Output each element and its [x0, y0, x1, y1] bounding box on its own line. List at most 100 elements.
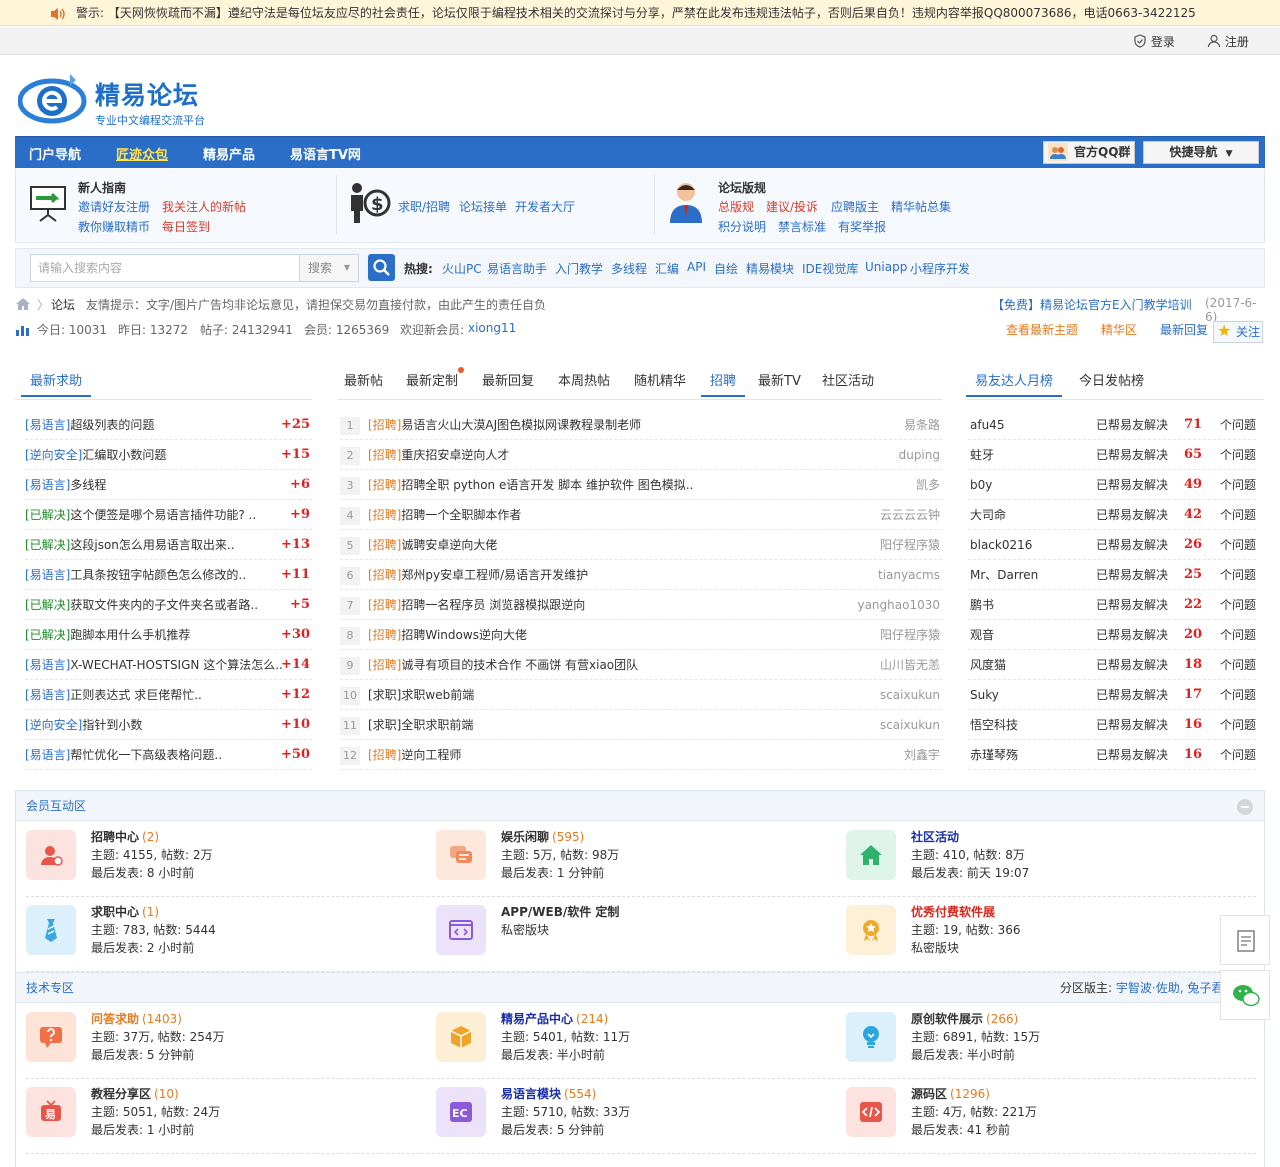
category-tag[interactable]: [招聘]	[368, 598, 401, 612]
featured-area-link[interactable]: 精华区	[1101, 321, 1137, 338]
category-tag[interactable]: [已解决]	[25, 508, 70, 522]
latest-threads-link[interactable]: 查看最新主题	[1006, 321, 1078, 338]
thread-author[interactable]: 刘鑫宇	[904, 740, 940, 769]
register-link[interactable]: 注册	[1207, 33, 1249, 50]
nav-portal[interactable]: 门户导航	[29, 144, 81, 163]
thread-author[interactable]: tianyacms	[878, 560, 940, 589]
hot-keyword[interactable]: API	[687, 260, 706, 274]
question-icon[interactable]	[26, 1012, 76, 1062]
thread-row[interactable]: 11 [求职]全职求职前端 scaixukun	[340, 710, 942, 740]
forum-card[interactable]: 精易产品中心 (214) 主题: 5401, 帖数: 11万 最后发表: 半小时前	[426, 1006, 826, 1078]
rank-username[interactable]: black0216	[970, 530, 1032, 559]
nav-tv[interactable]: 易语言TV网	[290, 144, 361, 163]
tab-community-events[interactable]: 社区活动	[822, 370, 874, 389]
tab-daily-posts[interactable]: 今日发帖榜	[1079, 370, 1144, 389]
category-tag[interactable]: [易语言]	[25, 568, 70, 582]
forum-name[interactable]: 易语言模块 (554)	[501, 1085, 596, 1102]
forum-last-post[interactable]: 私密版块	[911, 939, 959, 956]
forum-card[interactable]: 社区活动 主题: 410, 帖数: 8万 最后发表: 前天 19:07	[836, 824, 1236, 896]
forum-name[interactable]: 教程分享区 (10)	[91, 1085, 179, 1102]
category-tag[interactable]: [求职]	[368, 718, 401, 732]
thread-row[interactable]: 12 [招聘]逆向工程师 刘鑫宇	[340, 740, 942, 770]
hot-keyword[interactable]: 汇编	[655, 260, 679, 277]
category-tag[interactable]: [招聘]	[368, 538, 401, 552]
category-tag[interactable]: [逆向安全]	[25, 718, 82, 732]
thread-row[interactable]: 5 [招聘]诚聘安卓逆向大佬 阳仔程序猿	[340, 530, 942, 560]
thread-row[interactable]: 1 [招聘]易语言火山大漠AJ图色模拟网课教程录制老师 易条路	[340, 410, 942, 440]
forum-card[interactable]: 问答求助 (1403) 主题: 37万, 帖数: 254万 最后发表: 5 分钟前	[16, 1006, 416, 1078]
thread-title[interactable]: 郑州py安卓工程师/易语言开发维护	[401, 568, 588, 582]
hot-keyword[interactable]: 易语言助手	[487, 260, 547, 277]
featured-collection-link[interactable]: 精华帖总集	[891, 198, 951, 215]
thread-row[interactable]: 9 [招聘]诚寻有项目的技术合作 不画饼 有营xiao团队 山川皆无恙	[340, 650, 942, 680]
medal-icon[interactable]	[846, 905, 896, 955]
forum-name[interactable]: 问答求助 (1403)	[91, 1010, 182, 1027]
newest-member-link[interactable]: xiong11	[468, 321, 516, 335]
thread-title[interactable]: 重庆招安卓逆向人才	[401, 448, 509, 462]
thread-title[interactable]: 多线程	[70, 478, 106, 492]
tab-latest-tv[interactable]: 最新TV	[758, 370, 801, 389]
hot-keyword[interactable]: 多线程	[611, 260, 647, 277]
general-rules-link[interactable]: 总版规	[718, 198, 754, 215]
promo-link[interactable]: 【免费】精易论坛官方E入门教学培训	[992, 296, 1192, 313]
home-icon[interactable]	[16, 298, 30, 310]
forum-name[interactable]: 招聘中心 (2)	[91, 828, 159, 845]
category-tag[interactable]: [易语言]	[25, 688, 70, 702]
tab-latest-replies[interactable]: 最新回复	[482, 370, 534, 389]
thread-author[interactable]: scaixukun	[880, 710, 940, 739]
forum-card[interactable]: 易 教程分享区 (10) 主题: 5051, 帖数: 24万 最后发表: 1 小时前	[16, 1081, 416, 1153]
help-row[interactable]: [逆向安全]汇编取小数问题 +15	[25, 440, 312, 470]
category-tag[interactable]: [招聘]	[368, 448, 401, 462]
tab-latest-help[interactable]: 最新求助	[20, 370, 92, 397]
rank-username[interactable]: 赤瑾琴殇	[970, 740, 1018, 769]
category-tag[interactable]: [易语言]	[25, 478, 70, 492]
points-info-link[interactable]: 积分说明	[718, 218, 766, 235]
forum-name[interactable]: 精易产品中心 (214)	[501, 1010, 608, 1027]
forum-last-post[interactable]: 最后发表: 5 分钟前	[91, 1046, 194, 1063]
category-tag[interactable]: [招聘]	[368, 748, 401, 762]
tie-icon[interactable]	[26, 905, 76, 955]
forum-last-post[interactable]: 最后发表: 5 分钟前	[501, 1121, 604, 1138]
float-doc-button[interactable]	[1220, 915, 1270, 965]
thread-title[interactable]: 易语言火山大漠AJ图色模拟网课教程录制老师	[401, 418, 641, 432]
suggest-complain-link[interactable]: 建议/投诉	[766, 198, 818, 215]
apply-moderator-link[interactable]: 应聘版主	[831, 198, 879, 215]
category-tag[interactable]: [招聘]	[368, 418, 401, 432]
forum-last-post[interactable]: 最后发表: 8 小时前	[91, 864, 194, 881]
hot-keyword[interactable]: 精易模块	[746, 260, 794, 277]
daily-checkin-link[interactable]: 每日签到	[162, 218, 210, 235]
help-row[interactable]: [已解决]跑脚本用什么手机推荐 +30	[25, 620, 312, 650]
forum-last-post[interactable]: 最后发表: 半小时前	[501, 1046, 605, 1063]
hot-keyword[interactable]: Uniapp	[865, 260, 907, 274]
thread-title[interactable]: 汇编取小数问题	[82, 448, 166, 462]
thread-row[interactable]: 8 [招聘]招聘Windows逆向大佬 阳仔程序猿	[340, 620, 942, 650]
thread-title[interactable]: 诚寻有项目的技术合作 不画饼 有营xiao团队	[401, 658, 638, 672]
thread-author[interactable]: yanghao1030	[857, 590, 940, 619]
thread-row[interactable]: 10 [求职]求职web前端 scaixukun	[340, 680, 942, 710]
category-tag[interactable]: [招聘]	[368, 628, 401, 642]
forum-last-post[interactable]: 最后发表: 2 小时前	[91, 939, 194, 956]
bulb-icon[interactable]	[846, 1012, 896, 1062]
search-button[interactable]	[368, 254, 395, 281]
thread-author[interactable]: scaixukun	[880, 680, 940, 709]
hot-keyword[interactable]: IDE视觉库	[802, 260, 858, 277]
category-tag[interactable]: [易语言]	[25, 748, 70, 762]
help-row[interactable]: [易语言]帮忙优化一下高级表格问题.. +50	[25, 740, 312, 770]
rank-username[interactable]: 悟空科技	[970, 710, 1018, 739]
thread-author[interactable]: 山川皆无恙	[880, 650, 940, 679]
category-tag[interactable]: [招聘]	[368, 658, 401, 672]
developer-hall-link[interactable]: 开发者大厅	[515, 198, 575, 215]
forum-card[interactable]: 招聘中心 (2) 主题: 4155, 帖数: 2万 最后发表: 8 小时前	[16, 824, 416, 896]
help-row[interactable]: [易语言]超级列表的问题 +25	[25, 410, 312, 440]
forum-last-post[interactable]: 最后发表: 半小时前	[911, 1046, 1015, 1063]
home-icon[interactable]	[846, 830, 896, 880]
hot-keyword[interactable]: 火山PC	[442, 260, 482, 277]
tab-weekly-hot[interactable]: 本周热帖	[558, 370, 610, 389]
thread-row[interactable]: 7 [招聘]招聘一名程序员 浏览器模拟跟逆向 yanghao1030	[340, 590, 942, 620]
forum-name[interactable]: 娱乐闲聊 (595)	[501, 828, 584, 845]
forum-last-post[interactable]: 最后发表: 1 分钟前	[501, 864, 604, 881]
help-row[interactable]: [易语言]正则表达式 求巨佬帮忙.. +12	[25, 680, 312, 710]
invite-friends-link[interactable]: 邀请好友注册	[78, 198, 150, 215]
help-row[interactable]: [逆向安全]指针到小数 +10	[25, 710, 312, 740]
hot-keyword[interactable]: 入门教学	[555, 260, 603, 277]
